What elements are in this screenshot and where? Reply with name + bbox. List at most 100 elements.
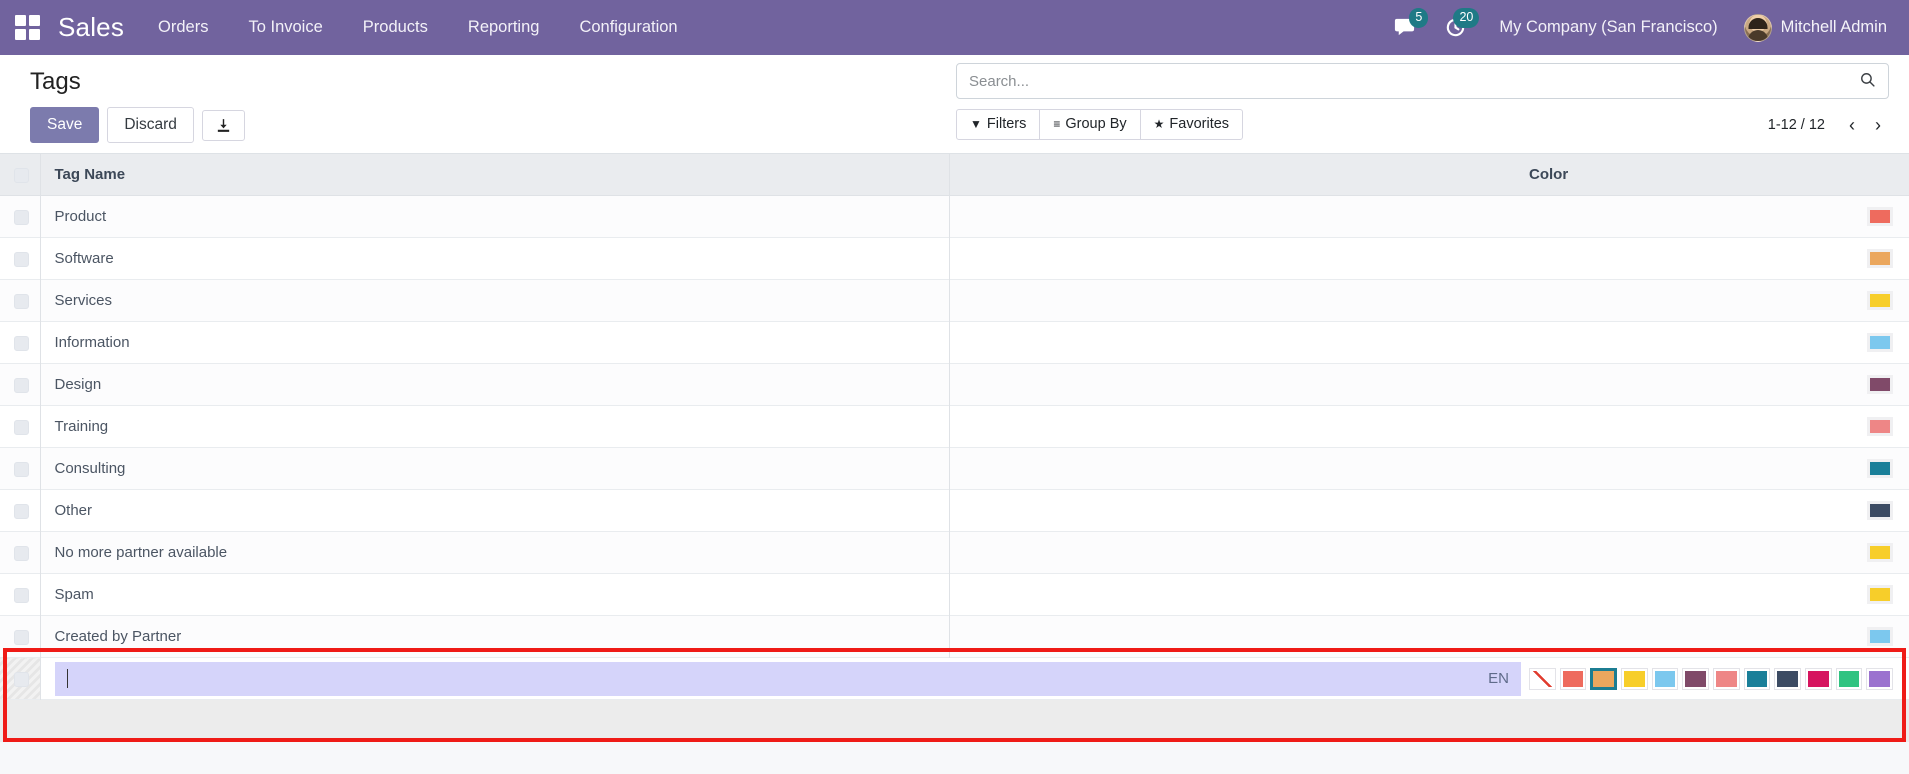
control-panel-left: Tags Save Discard: [16, 63, 956, 143]
table-row[interactable]: Services: [0, 280, 1909, 322]
tag-name-input[interactable]: EN: [55, 662, 1522, 696]
cell-color[interactable]: [1529, 364, 1909, 406]
column-header-color[interactable]: Color: [1529, 154, 1909, 196]
apps-grid-icon[interactable]: [10, 11, 44, 45]
row-checkbox[interactable]: [14, 630, 29, 645]
color-swatch[interactable]: [1867, 459, 1893, 478]
table-row[interactable]: Software: [0, 238, 1909, 280]
menu-item-to-invoice[interactable]: To Invoice: [228, 0, 342, 55]
table-row[interactable]: Product: [0, 196, 1909, 238]
cell-color[interactable]: [1529, 406, 1909, 448]
cell-color[interactable]: [1529, 238, 1909, 280]
cell-color[interactable]: [1529, 448, 1909, 490]
company-switcher[interactable]: My Company (San Francisco): [1481, 0, 1735, 55]
search-bar[interactable]: [956, 63, 1889, 99]
cell-color[interactable]: [1529, 280, 1909, 322]
discard-button[interactable]: Discard: [107, 107, 194, 142]
edit-row-checkbox[interactable]: [14, 672, 29, 687]
select-all-checkbox[interactable]: [14, 168, 29, 183]
color-swatch[interactable]: [1867, 501, 1893, 520]
color-swatch[interactable]: [1867, 249, 1893, 268]
color-swatch[interactable]: [1867, 207, 1893, 226]
cell-tag-name[interactable]: Information: [40, 322, 949, 364]
palette-swatch-green[interactable]: [1836, 668, 1863, 690]
menu-item-configuration[interactable]: Configuration: [559, 0, 697, 55]
table-row[interactable]: Created by Partner: [0, 616, 1909, 658]
color-swatch[interactable]: [1867, 585, 1893, 604]
cell-color[interactable]: [1529, 196, 1909, 238]
activities-button[interactable]: 20: [1430, 0, 1481, 55]
messages-button[interactable]: 5: [1379, 0, 1430, 55]
cell-tag-name[interactable]: Consulting: [40, 448, 949, 490]
language-badge[interactable]: EN: [1488, 670, 1509, 687]
row-checkbox[interactable]: [14, 504, 29, 519]
menu-item-reporting[interactable]: Reporting: [448, 0, 560, 55]
search-input[interactable]: [969, 73, 1859, 90]
filters-button[interactable]: ▼ Filters: [956, 109, 1040, 140]
color-swatch[interactable]: [1867, 333, 1893, 352]
search-icon[interactable]: [1859, 71, 1876, 91]
row-checkbox[interactable]: [14, 420, 29, 435]
pager-previous-icon[interactable]: ‹: [1841, 114, 1863, 136]
edit-row-color-cell[interactable]: [1529, 658, 1909, 700]
column-header-tag-name[interactable]: Tag Name: [40, 154, 949, 196]
row-checkbox[interactable]: [14, 378, 29, 393]
new-tag-edit-row[interactable]: EN: [0, 658, 1909, 700]
palette-swatch-no-color[interactable]: [1529, 668, 1556, 690]
app-brand-sales[interactable]: Sales: [50, 12, 138, 43]
favorites-button[interactable]: ★ Favorites: [1140, 109, 1243, 140]
palette-swatch-salmon[interactable]: [1713, 668, 1740, 690]
color-swatch-wrap: [1867, 543, 1893, 562]
menu-item-products[interactable]: Products: [343, 0, 448, 55]
color-swatch[interactable]: [1867, 375, 1893, 394]
palette-swatch-light-blue[interactable]: [1652, 668, 1679, 690]
cell-tag-name[interactable]: Created by Partner: [40, 616, 949, 658]
cell-tag-name[interactable]: Services: [40, 280, 949, 322]
import-records-button[interactable]: [202, 110, 245, 141]
row-checkbox[interactable]: [14, 588, 29, 603]
cell-color[interactable]: [1529, 616, 1909, 658]
row-checkbox[interactable]: [14, 252, 29, 267]
user-menu[interactable]: Mitchell Admin: [1736, 0, 1891, 55]
cell-tag-name[interactable]: Training: [40, 406, 949, 448]
palette-swatch-teal[interactable]: [1744, 668, 1771, 690]
table-row[interactable]: Spam: [0, 574, 1909, 616]
table-row[interactable]: Training: [0, 406, 1909, 448]
cell-tag-name[interactable]: Design: [40, 364, 949, 406]
table-row[interactable]: Consulting: [0, 448, 1909, 490]
table-row[interactable]: No more partner available: [0, 532, 1909, 574]
cell-tag-name[interactable]: Spam: [40, 574, 949, 616]
palette-swatch-light-purple[interactable]: [1866, 668, 1893, 690]
cell-tag-name[interactable]: Software: [40, 238, 949, 280]
palette-swatch-magenta[interactable]: [1805, 668, 1832, 690]
pager-next-icon[interactable]: ›: [1867, 114, 1889, 136]
palette-swatch-red[interactable]: [1560, 668, 1587, 690]
table-row[interactable]: Design: [0, 364, 1909, 406]
group-by-button[interactable]: ≡ Group By: [1039, 109, 1140, 140]
cell-color[interactable]: [1529, 322, 1909, 364]
color-swatch[interactable]: [1867, 543, 1893, 562]
palette-swatch-yellow[interactable]: [1621, 668, 1648, 690]
row-checkbox[interactable]: [14, 210, 29, 225]
row-checkbox[interactable]: [14, 336, 29, 351]
menu-item-orders[interactable]: Orders: [138, 0, 228, 55]
palette-swatch-orange[interactable]: [1590, 668, 1617, 690]
color-swatch[interactable]: [1867, 417, 1893, 436]
row-checkbox[interactable]: [14, 462, 29, 477]
table-row[interactable]: Other: [0, 490, 1909, 532]
color-swatch[interactable]: [1867, 627, 1893, 646]
color-swatch[interactable]: [1867, 291, 1893, 310]
row-checkbox[interactable]: [14, 546, 29, 561]
cell-tag-name[interactable]: Product: [40, 196, 949, 238]
palette-swatch-dark-purple[interactable]: [1682, 668, 1709, 690]
save-button[interactable]: Save: [30, 107, 99, 142]
cell-tag-name[interactable]: Other: [40, 490, 949, 532]
palette-swatch-navy[interactable]: [1774, 668, 1801, 690]
cell-color[interactable]: [1529, 574, 1909, 616]
cell-tag-name[interactable]: No more partner available: [40, 532, 949, 574]
cell-color[interactable]: [1529, 532, 1909, 574]
cell-color[interactable]: [1529, 490, 1909, 532]
row-checkbox[interactable]: [14, 294, 29, 309]
table-row[interactable]: Information: [0, 322, 1909, 364]
edit-row-name-cell[interactable]: EN: [40, 658, 1529, 700]
